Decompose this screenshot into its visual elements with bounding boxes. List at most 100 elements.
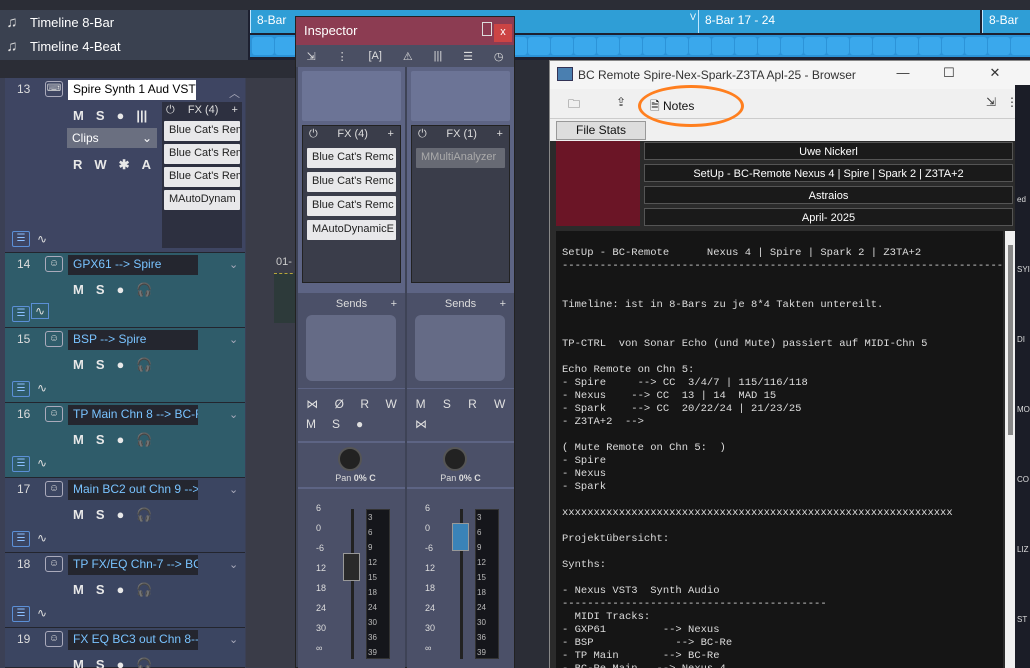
list-icon[interactable]: ☰ (12, 231, 30, 247)
solo-button[interactable]: S (96, 507, 105, 523)
track-name[interactable]: Main BC2 out Chn 9 --> S (68, 480, 198, 500)
envelope-icon[interactable]: ∿ (37, 381, 47, 395)
read-button[interactable]: R (468, 397, 477, 411)
record-button[interactable]: ● (356, 417, 363, 431)
sends-section[interactable]: Sends + (298, 293, 405, 388)
beat-clip[interactable] (574, 37, 596, 55)
monitor-icon[interactable]: 🎧 (136, 507, 152, 523)
gauge-icon[interactable]: ◷ (494, 50, 504, 63)
record-button[interactable]: ● (117, 657, 125, 668)
solo-button[interactable]: S (96, 108, 105, 123)
clip-8bar-17-24[interactable]: 8-Bar 17 - 24 (698, 10, 980, 33)
fx-plugin[interactable]: Blue Cat's Rem (164, 144, 240, 164)
mixer-icon[interactable]: ||| (434, 50, 443, 62)
add-icon[interactable]: + (388, 128, 394, 142)
write-button[interactable]: W (494, 397, 505, 411)
envelope-icon[interactable]: ∿ (37, 232, 47, 246)
list-icon[interactable]: ☰ (463, 50, 473, 63)
phase-button[interactable]: ⋈ (415, 417, 427, 431)
chevron-down-icon[interactable]: ⌄ (229, 633, 238, 646)
track-name[interactable]: FX EQ BC3 out Chn 8--> S (68, 630, 198, 650)
pin-icon[interactable] (482, 22, 492, 36)
fx-plugin[interactable]: Blue Cat's Remc (307, 196, 396, 216)
track-17[interactable]: 17 ☺ Main BC2 out Chn 9 --> S ⌄ M S ● 🎧 … (5, 478, 245, 553)
add-icon[interactable]: + (391, 298, 397, 310)
list-icon[interactable]: ☰ (12, 381, 30, 397)
chevron-down-icon[interactable]: ⌄ (229, 333, 238, 346)
power-icon[interactable]: ⏻ (418, 128, 427, 142)
close-button[interactable]: x (494, 24, 512, 42)
solo-button[interactable]: S (96, 357, 105, 373)
clip-lane[interactable]: 01- (246, 78, 298, 668)
mute-button[interactable]: M (416, 397, 426, 411)
invert-button[interactable]: Ø (335, 397, 344, 411)
mute-button[interactable]: M (306, 417, 316, 431)
solo-button[interactable]: S (96, 432, 105, 448)
arranger-icon[interactable]: [A] (368, 50, 381, 62)
track-name[interactable]: TP Main Chn 8 --> BC-Re (68, 405, 198, 425)
metronome-icon[interactable]: ⚠ (403, 50, 413, 63)
timeline-row-8bar[interactable]: ♫ Timeline 8-Bar (0, 10, 248, 34)
fx-plugin[interactable]: Blue Cat's Rem (164, 167, 240, 187)
beat-clip[interactable] (988, 37, 1010, 55)
timeline-row-4beat[interactable]: ♫ Timeline 4-Beat (0, 34, 248, 58)
fx-plugin[interactable]: Blue Cat's Remc (307, 148, 396, 168)
file-stats-button[interactable]: File Stats (556, 121, 646, 140)
mute-button[interactable]: M (73, 657, 84, 668)
automation-button[interactable]: A (142, 157, 151, 173)
list-icon[interactable]: ☰ (12, 306, 30, 322)
beat-clip[interactable] (528, 37, 550, 55)
record-button[interactable]: ● (117, 507, 125, 523)
clip-8bar[interactable]: 8-Bar (982, 10, 1030, 33)
monitor-icon[interactable]: 🎧 (136, 657, 152, 668)
mute-button[interactable]: M (73, 582, 84, 598)
track-19[interactable]: 19 ☺ FX EQ BC3 out Chn 8--> S ⌄ M S ● 🎧 (5, 628, 245, 668)
fx-plugin[interactable]: MAutoDynam (164, 190, 240, 210)
write-button[interactable]: W (385, 397, 396, 411)
track-name[interactable]: GPX61 --> Spire (68, 255, 198, 275)
track-13[interactable]: 13 ⌨ Spire Synth 1 Aud VST3 ︿ M S ● ||| … (5, 78, 245, 253)
power-icon[interactable]: ⏻ (309, 128, 318, 142)
beat-clip[interactable] (275, 37, 297, 55)
fx-bin[interactable]: ⏻ FX (4) + Blue Cat's Remc Blue Cat's Remc… (302, 125, 401, 283)
record-button[interactable]: ● (117, 432, 125, 448)
record-button[interactable]: ● (117, 108, 125, 123)
scroll-thumb[interactable] (1008, 245, 1013, 435)
add-icon[interactable]: + (500, 298, 506, 310)
record-button[interactable]: ● (117, 282, 125, 298)
notes-text[interactable]: SetUp - BC-Remote Nexus 4 | Spire | Spar… (556, 231, 1003, 668)
maximize-button[interactable]: ☐ (938, 65, 960, 85)
beat-clip[interactable] (666, 37, 688, 55)
chevron-down-icon[interactable]: ⌄ (229, 258, 238, 271)
minimize-button[interactable]: — (892, 65, 914, 85)
list-icon[interactable]: ☰ (12, 606, 30, 622)
list-icon[interactable]: ☰ (12, 531, 30, 547)
monitor-icon[interactable]: 🎧 (136, 432, 152, 448)
beat-clip[interactable] (1011, 37, 1030, 55)
beat-clip[interactable] (597, 37, 619, 55)
solo-button[interactable]: S (96, 657, 105, 668)
write-button[interactable]: W (94, 157, 106, 173)
mute-button[interactable]: M (73, 432, 84, 448)
track-15[interactable]: 15 ☺ BSP --> Spire ⌄ M S ● 🎧 ☰ ∿ (5, 328, 245, 403)
sends-section[interactable]: Sends + (407, 293, 514, 388)
phase-button[interactable]: ⋈ (306, 397, 318, 411)
volume-fader[interactable] (452, 523, 469, 551)
close-button[interactable]: ✕ (984, 65, 1006, 85)
beat-clip[interactable] (735, 37, 757, 55)
export-icon[interactable]: ⇪ (616, 95, 626, 109)
record-button[interactable]: ● (117, 582, 125, 598)
beat-clip[interactable] (804, 37, 826, 55)
more-icon[interactable]: ⋮ (337, 50, 348, 63)
clips-dropdown[interactable]: Clips ⌄ (67, 128, 157, 148)
beat-clip[interactable] (620, 37, 642, 55)
envelope-icon[interactable]: ∿ (31, 303, 50, 319)
power-icon[interactable]: ⏻ (166, 104, 175, 117)
mute-button[interactable]: M (73, 108, 84, 123)
solo-button[interactable]: S (332, 417, 340, 431)
chevron-down-icon[interactable]: ⌄ (229, 408, 238, 421)
beat-clip[interactable] (712, 37, 734, 55)
beat-clip[interactable] (781, 37, 803, 55)
mute-button[interactable]: M (73, 507, 84, 523)
beat-clip[interactable] (965, 37, 987, 55)
